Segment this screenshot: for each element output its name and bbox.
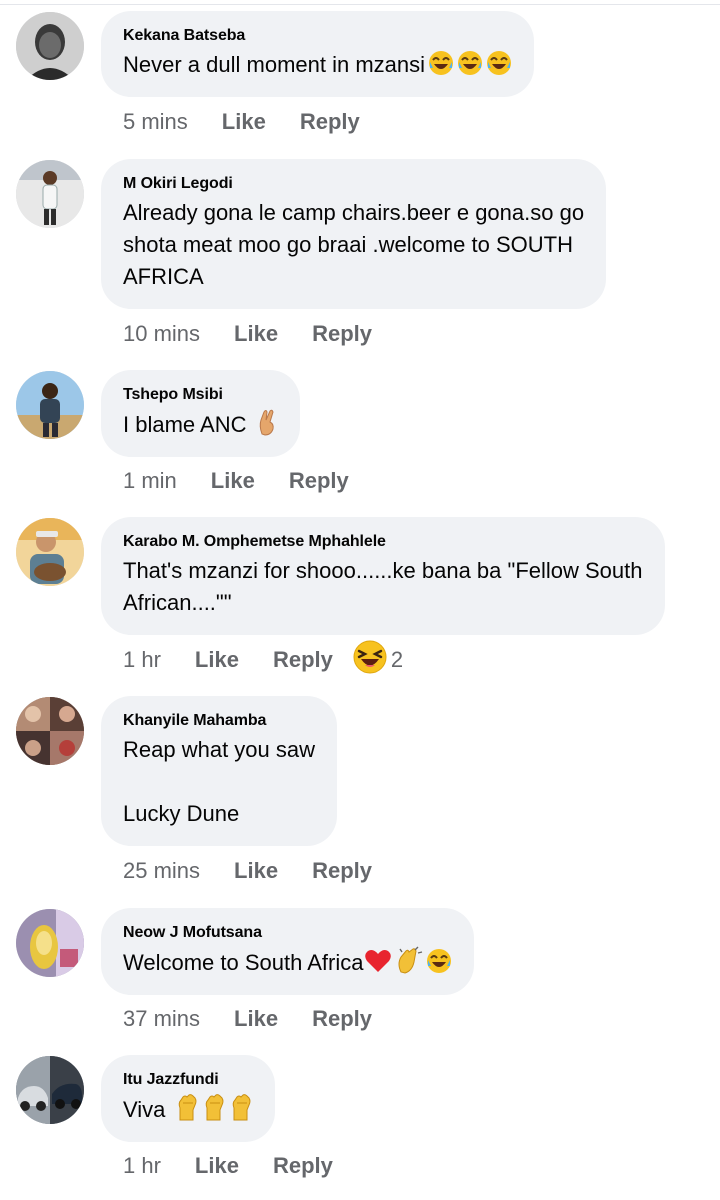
avatar[interactable] xyxy=(16,160,84,228)
comment-actions: 1 hr Like Reply 2 xyxy=(123,640,403,676)
comment-author[interactable]: Karabo M. Omphemetse Mphahlele xyxy=(123,532,643,552)
comment-time[interactable]: 1 hr xyxy=(123,647,161,673)
clapping-hands-icon xyxy=(395,946,423,974)
comment-bubble: M Okiri Legodi Already gona le camp chai… xyxy=(101,159,607,309)
comment-time[interactable]: 5 mins xyxy=(123,109,188,135)
comment-bubble: Khanyile Mahamba Reap what you saw Lucky… xyxy=(101,696,337,846)
avatar[interactable] xyxy=(16,1056,84,1124)
like-button[interactable]: Like xyxy=(195,647,239,673)
comment-actions: 1 min Like Reply xyxy=(123,465,383,497)
comment-text: That's mzanzi for shooo......ke bana ba … xyxy=(123,558,643,615)
comment-bubble: Karabo M. Omphemetse Mphahlele That's mz… xyxy=(101,517,665,635)
tears-of-joy-icon xyxy=(457,50,483,76)
comment-actions: 10 mins Like Reply xyxy=(123,318,406,350)
comment-time[interactable]: 1 min xyxy=(123,468,177,494)
like-button[interactable]: Like xyxy=(234,858,278,884)
reply-button[interactable]: Reply xyxy=(312,858,372,884)
haha-reaction-icon xyxy=(353,640,387,680)
comment-actions: 37 mins Like Reply xyxy=(123,1003,406,1035)
like-button[interactable]: Like xyxy=(234,321,278,347)
like-button[interactable]: Like xyxy=(222,109,266,135)
avatar[interactable] xyxy=(16,909,84,977)
comment-bubble: Tshepo Msibi I blame ANC xyxy=(101,370,300,457)
tears-of-joy-icon xyxy=(426,948,452,974)
avatar[interactable] xyxy=(16,12,84,80)
comment-time[interactable]: 1 hr xyxy=(123,1153,161,1179)
raised-fist-icon xyxy=(175,1093,199,1121)
comment-author[interactable]: Neow J Mofutsana xyxy=(123,923,452,943)
comment-text: Viva xyxy=(123,1093,253,1126)
comment-time[interactable]: 10 mins xyxy=(123,321,200,347)
comment-text: Welcome to South Africa xyxy=(123,946,452,979)
reply-button[interactable]: Reply xyxy=(273,647,333,673)
reaction-summary[interactable]: 2 xyxy=(353,640,403,680)
comment-text: Already gona le camp chairs.beer e gona.… xyxy=(123,200,585,289)
avatar[interactable] xyxy=(16,371,84,439)
reply-button[interactable]: Reply xyxy=(300,109,360,135)
comment-author[interactable]: Itu Jazzfundi xyxy=(123,1070,253,1090)
comment-author[interactable]: Kekana Batseba xyxy=(123,26,512,46)
comment-author[interactable]: Tshepo Msibi xyxy=(123,385,278,405)
tears-of-joy-icon xyxy=(486,50,512,76)
reply-button[interactable]: Reply xyxy=(289,468,349,494)
reaction-count: 2 xyxy=(390,647,404,672)
like-button[interactable]: Like xyxy=(195,1153,239,1179)
top-divider xyxy=(0,4,720,5)
comment-author[interactable]: Khanyile Mahamba xyxy=(123,711,315,731)
crossed-fingers-icon xyxy=(256,408,278,436)
raised-fist-icon xyxy=(202,1093,226,1121)
comment-bubble: Kekana Batseba Never a dull moment in mz… xyxy=(101,11,535,97)
tears-of-joy-icon xyxy=(428,50,454,76)
reply-button[interactable]: Reply xyxy=(312,1006,372,1032)
comment-text: Reap what you saw Lucky Dune xyxy=(123,737,315,826)
comment-bubble: Neow J Mofutsana Welcome to South Africa xyxy=(101,908,474,995)
raised-fist-icon xyxy=(229,1093,253,1121)
comment-time[interactable]: 25 mins xyxy=(123,858,200,884)
like-button[interactable]: Like xyxy=(234,1006,278,1032)
comment-author[interactable]: M Okiri Legodi xyxy=(123,174,584,194)
comment-actions: 25 mins Like Reply xyxy=(123,855,406,887)
red-heart-icon xyxy=(364,948,392,974)
comment-actions: 5 mins Like Reply xyxy=(123,106,394,138)
comment-actions: 1 hr Like Reply xyxy=(123,1150,367,1182)
comment-time[interactable]: 37 mins xyxy=(123,1006,200,1032)
like-button[interactable]: Like xyxy=(211,468,255,494)
reply-button[interactable]: Reply xyxy=(273,1153,333,1179)
avatar[interactable] xyxy=(16,697,84,765)
comment-bubble: Itu Jazzfundi Viva xyxy=(101,1055,275,1142)
comment-text: I blame ANC xyxy=(123,408,278,441)
comment-text: Never a dull moment in mzansi xyxy=(123,49,512,81)
avatar[interactable] xyxy=(16,518,84,586)
reply-button[interactable]: Reply xyxy=(312,321,372,347)
